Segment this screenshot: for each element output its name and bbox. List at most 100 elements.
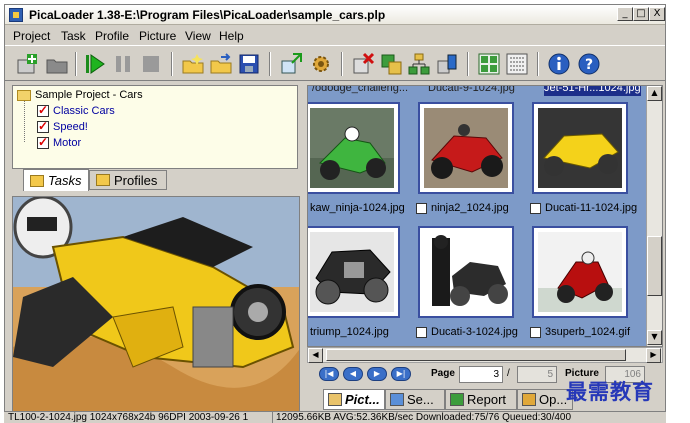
tab-pictures-label: Pict...: [345, 392, 380, 407]
queue-add-icon[interactable]: [379, 52, 403, 76]
thumbnail-item[interactable]: [532, 226, 628, 318]
menu-task[interactable]: Task: [61, 29, 86, 43]
save-icon[interactable]: [237, 52, 261, 76]
network-icon[interactable]: [407, 52, 431, 76]
scrollbar-thumb[interactable]: [647, 236, 662, 296]
last-page-button[interactable]: ▶|: [391, 367, 411, 381]
toolbar-separator: [171, 52, 173, 76]
toolbar: ?: [5, 45, 665, 81]
thumbnail-item[interactable]: [418, 226, 514, 318]
toolbar-separator: [341, 52, 343, 76]
play-icon[interactable]: [83, 52, 107, 76]
web-download-icon[interactable]: [279, 52, 303, 76]
tree-item-label: Speed!: [53, 121, 88, 133]
pictures-icon: [328, 393, 342, 406]
page-input[interactable]: 3: [459, 366, 503, 383]
horizontal-scrollbar[interactable]: ◀ ▶: [307, 347, 663, 363]
menu-project[interactable]: Project: [13, 29, 50, 43]
thumbnail-caption[interactable]: Ducati-3-1024.jpg: [416, 324, 518, 340]
info-icon[interactable]: [547, 52, 571, 76]
search-icon: [390, 393, 404, 406]
svg-text:?: ?: [585, 57, 593, 73]
close-button[interactable]: X: [649, 7, 665, 21]
select-checkbox[interactable]: [416, 202, 427, 214]
delete-icon[interactable]: [351, 52, 375, 76]
thumbnail-caption[interactable]: Ducati-11-1024.jpg: [530, 200, 637, 216]
scroll-right-button[interactable]: ▶: [646, 348, 661, 363]
window-title: PicaLoader 1.38-E:\Program Files\PicaLoa…: [29, 8, 386, 22]
help-icon[interactable]: ?: [577, 52, 601, 76]
kawasaki-ninja-thumbnail-image: [310, 108, 394, 188]
thumbnail-grid[interactable]: /ododge_challeng... Ducati-9-1024.jpg Je…: [307, 85, 663, 347]
thumbnail-item[interactable]: [308, 226, 400, 318]
select-checkbox[interactable]: [416, 326, 427, 338]
tree-root[interactable]: Sample Project - Cars: [17, 87, 143, 103]
open-project-icon[interactable]: [181, 52, 205, 76]
pause-icon[interactable]: [111, 52, 135, 76]
thumbnail-item[interactable]: [532, 102, 628, 194]
thumbnail-caption[interactable]: 3superb_1024.gif: [530, 324, 630, 340]
tab-tasks-label: Tasks: [48, 173, 82, 188]
transfer-icon[interactable]: [435, 52, 459, 76]
page-separator: /: [507, 368, 510, 379]
menu-profile[interactable]: Profile: [95, 29, 129, 43]
thumbnail-caption[interactable]: ninja2_1024.jpg: [416, 200, 509, 216]
menu-help[interactable]: Help: [219, 29, 244, 43]
toolbar-separator: [75, 52, 77, 76]
toolbar-separator: [269, 52, 271, 76]
checkbox-checked-icon[interactable]: [37, 103, 49, 117]
toolbar-separator: [467, 52, 469, 76]
tree-item-label: Classic Cars: [53, 105, 115, 117]
menu-bar: Project Task Profile Picture View Help: [5, 25, 665, 45]
app-icon: [9, 8, 23, 22]
project-tree: Sample Project - Cars Classic Cars Speed…: [12, 85, 298, 169]
stop-icon[interactable]: [139, 52, 163, 76]
thumbnail-item[interactable]: [308, 102, 400, 194]
scroll-up-button[interactable]: ▲: [647, 86, 662, 101]
new-task-icon[interactable]: [15, 52, 39, 76]
status-divider: [272, 412, 273, 423]
title-bar[interactable]: PicaLoader 1.38-E:\Program Files\PicaLoa…: [5, 5, 665, 25]
checkbox-checked-icon[interactable]: [37, 135, 49, 149]
prev-page-button[interactable]: ◀: [343, 367, 363, 381]
tab-profiles[interactable]: Profiles: [89, 170, 167, 190]
checkbox-checked-icon[interactable]: [37, 119, 49, 133]
tab-report-label: Report: [467, 392, 507, 407]
tab-pictures[interactable]: Pict...: [323, 389, 385, 410]
ninja2-thumbnail-image: [424, 108, 508, 188]
export-icon[interactable]: [209, 52, 233, 76]
tab-tasks[interactable]: Tasks: [23, 169, 89, 191]
tree-item-motor[interactable]: Motor: [37, 135, 81, 151]
tab-report[interactable]: Report: [445, 389, 517, 410]
thumbnail-caption: /ododge_challeng...: [312, 85, 409, 94]
tab-search[interactable]: Se...: [385, 389, 445, 410]
scroll-left-button[interactable]: ◀: [308, 348, 323, 363]
first-page-button[interactable]: |◀: [319, 367, 339, 381]
status-file-info: TL100-2-1024.jpg 1024x768x24b 96DPI 2003…: [8, 412, 249, 423]
minimize-button[interactable]: _: [617, 7, 633, 21]
profiles-folder-icon: [96, 174, 110, 186]
open-folder-icon[interactable]: [45, 52, 69, 76]
thumbnail-caption: triump_1024.jpg: [310, 326, 389, 338]
select-checkbox[interactable]: [530, 326, 541, 338]
page-label: Page: [431, 368, 455, 379]
menu-picture[interactable]: Picture: [139, 29, 176, 43]
triumph-thumbnail-image: [310, 232, 394, 312]
maximize-button[interactable]: □: [633, 7, 649, 21]
scroll-down-button[interactable]: ▼: [647, 330, 662, 345]
report-icon: [450, 393, 464, 406]
thumbnail-view-icon[interactable]: [477, 52, 501, 76]
thumbnail-item[interactable]: [418, 102, 514, 194]
tree-item-classic-cars[interactable]: Classic Cars: [37, 103, 115, 119]
tree-item-speed[interactable]: Speed!: [37, 119, 88, 135]
list-view-icon[interactable]: [505, 52, 529, 76]
tab-options[interactable]: Op...: [517, 389, 573, 410]
vertical-scrollbar[interactable]: ▲ ▼: [646, 86, 662, 346]
page-total: 5: [517, 366, 557, 383]
status-bar: TL100-2-1024.jpg 1024x768x24b 96DPI 2003…: [4, 411, 666, 423]
select-checkbox[interactable]: [530, 202, 541, 214]
next-page-button[interactable]: ▶: [367, 367, 387, 381]
hscroll-thumb[interactable]: [326, 349, 626, 361]
menu-view[interactable]: View: [185, 29, 211, 43]
settings-icon[interactable]: [309, 52, 333, 76]
